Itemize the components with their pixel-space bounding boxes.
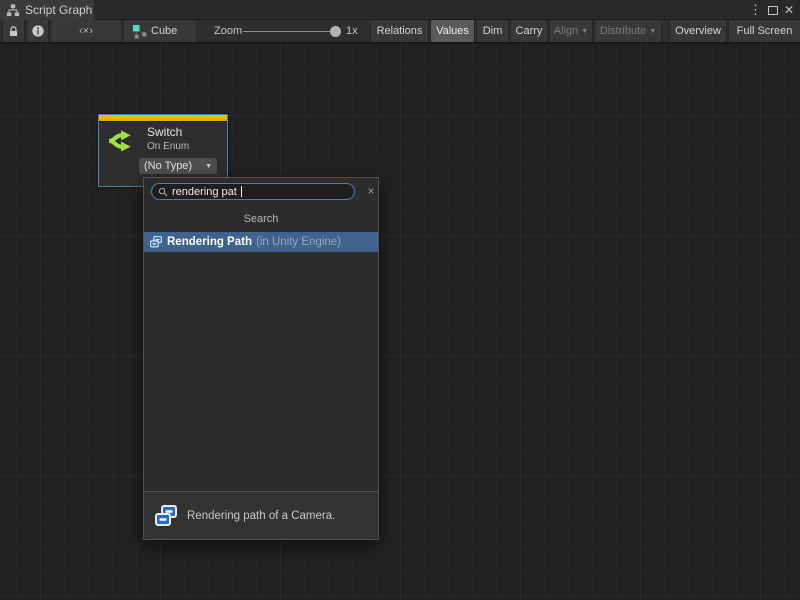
close-icon[interactable]: ✕ — [784, 0, 794, 20]
maximize-icon[interactable] — [768, 6, 778, 15]
search-query-text: rendering pat — [172, 186, 237, 198]
tab-script-graph[interactable]: Script Graph — [0, 0, 94, 20]
node-header-bar — [99, 115, 227, 122]
zoom-value: 1x — [346, 20, 358, 42]
window-controls: ⋮ ✕ — [749, 0, 800, 20]
enum-type-icon-large — [153, 503, 179, 529]
full-screen-button[interactable]: Full Screen — [728, 20, 800, 42]
node-title: Switch — [147, 125, 182, 139]
enum-type-icon — [149, 235, 163, 249]
code-toggle-icon: ‹×› — [79, 25, 93, 37]
node-type-label: (No Type) — [144, 160, 192, 172]
zoom-label: Zoom — [214, 20, 242, 42]
tab-bar: Script Graph ⋮ ✕ — [0, 0, 800, 20]
info-icon — [31, 24, 45, 38]
result-context: (in Unity Engine) — [256, 236, 341, 248]
node-subtitle: On Enum — [147, 141, 189, 152]
lock-button[interactable] — [2, 20, 25, 42]
clear-search-icon[interactable]: × — [363, 182, 379, 200]
values-label: Values — [436, 25, 469, 37]
overview-button[interactable]: Overview — [669, 20, 727, 42]
carry-button[interactable]: Carry — [510, 20, 548, 42]
values-button[interactable]: Values — [430, 20, 475, 42]
graph-asset-button[interactable]: Cube — [123, 20, 197, 42]
graph-hierarchy-icon — [6, 3, 20, 17]
fuzzy-finder-popup: rendering pat × Search Rendering Path (i… — [143, 177, 379, 540]
full-screen-label: Full Screen — [737, 25, 793, 37]
chevron-down-icon: ▼ — [649, 28, 656, 35]
result-description: Rendering path of a Camera. — [187, 510, 335, 522]
distribute-label: Distribute — [600, 25, 646, 37]
dim-label: Dim — [483, 25, 503, 37]
tab-title: Script Graph — [25, 3, 92, 17]
node-type-dropdown[interactable]: (No Type) ▼ — [139, 158, 217, 174]
more-menu-icon[interactable]: ⋮ — [749, 0, 762, 20]
search-input[interactable]: rendering pat — [151, 183, 355, 200]
search-row: rendering pat × — [144, 178, 378, 206]
distribute-button[interactable]: Distribute▼ — [594, 20, 662, 42]
finder-description-panel: Rendering path of a Camera. — [144, 491, 378, 539]
chevron-down-icon: ▼ — [205, 163, 212, 170]
switch-branch-icon — [106, 128, 134, 154]
chevron-down-icon: ▼ — [581, 28, 588, 35]
finder-section-header: Search — [144, 209, 378, 229]
align-label: Align — [554, 25, 578, 37]
result-name: Rendering Path — [167, 236, 252, 248]
info-button[interactable] — [26, 20, 49, 42]
graph-asset-label: Cube — [151, 20, 177, 42]
zoom-slider-track[interactable] — [243, 31, 334, 32]
graph-canvas[interactable]: Switch On Enum (No Type) ▼ rendering pat… — [0, 44, 800, 600]
overview-label: Overview — [675, 25, 721, 37]
text-caret — [241, 186, 242, 197]
lock-icon — [7, 25, 20, 38]
relations-label: Relations — [377, 25, 423, 37]
relations-button[interactable]: Relations — [370, 20, 429, 42]
toolbar: ‹×› Cube Zoom 1x Relations Values Dim Ca… — [0, 20, 800, 43]
search-icon — [158, 187, 168, 197]
align-button[interactable]: Align▼ — [549, 20, 593, 42]
script-graph-asset-icon — [132, 24, 147, 39]
dim-button[interactable]: Dim — [476, 20, 509, 42]
search-result-row[interactable]: Rendering Path (in Unity Engine) — [144, 232, 378, 252]
carry-label: Carry — [516, 25, 543, 37]
code-view-toggle-button[interactable]: ‹×› — [50, 20, 122, 42]
zoom-slider-handle[interactable] — [330, 26, 341, 37]
